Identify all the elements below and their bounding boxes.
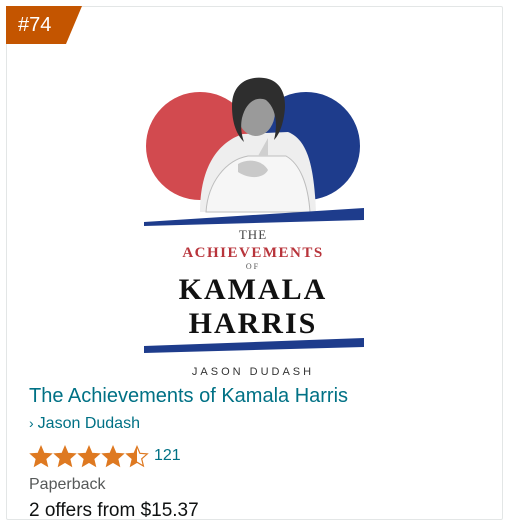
cover-the: THE xyxy=(239,227,267,242)
author-name: Jason Dudash xyxy=(37,415,140,432)
product-title-link[interactable]: The Achievements of Kamala Harris xyxy=(29,384,348,408)
rating-row: 121 xyxy=(29,444,181,468)
cover-kamala: KAMALA xyxy=(179,273,328,306)
offers-link[interactable]: 2 offers from $15.37 xyxy=(29,500,199,522)
cover-of: OF xyxy=(246,262,260,271)
rank-text: #74 xyxy=(18,14,52,36)
star-icon xyxy=(77,444,101,467)
star-icon xyxy=(53,444,77,467)
star-icon xyxy=(29,444,53,467)
star-icon xyxy=(125,444,149,467)
author-link[interactable]: › Jason Dudash xyxy=(29,413,140,434)
cover-author: JASON DUDASH xyxy=(192,366,314,378)
star-rating[interactable] xyxy=(29,444,149,468)
cover-lower-stripe xyxy=(144,338,364,353)
chevron-right-icon: › xyxy=(29,415,34,431)
rating-count-link[interactable]: 121 xyxy=(154,447,181,465)
cover-achievements: ACHIEVEMENTS xyxy=(182,245,323,261)
book-cover-image[interactable]: THE ACHIEVEMENTS OF KAMALA HARRIS JASON … xyxy=(138,72,368,382)
format-label: Paperback xyxy=(29,476,106,493)
rank-badge: #74 xyxy=(6,6,82,44)
cover-harris: HARRIS xyxy=(189,307,318,340)
star-icon xyxy=(101,444,125,467)
